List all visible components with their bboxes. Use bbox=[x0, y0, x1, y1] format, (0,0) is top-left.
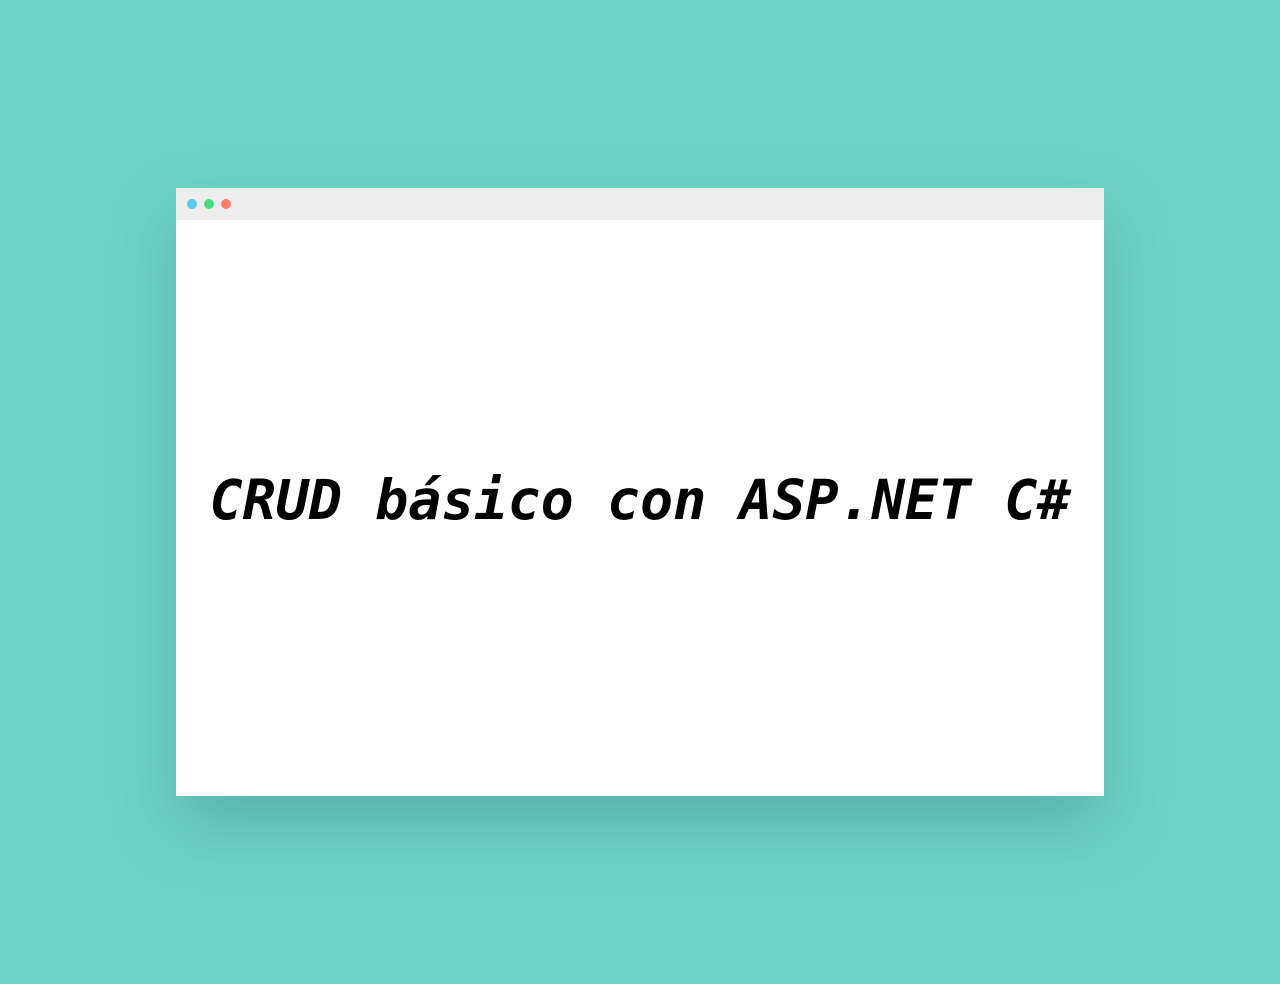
window-dot-blue-icon bbox=[187, 199, 197, 209]
window-title-bar bbox=[176, 188, 1104, 220]
page-title: CRUD básico con ASP.NET C# bbox=[209, 468, 1071, 532]
window-dot-green-icon bbox=[204, 199, 214, 209]
window-dot-red-icon bbox=[221, 199, 231, 209]
browser-window: CRUD básico con ASP.NET C# bbox=[176, 188, 1104, 796]
window-content: CRUD básico con ASP.NET C# bbox=[176, 220, 1104, 796]
page-background: CRUD básico con ASP.NET C# bbox=[0, 0, 1280, 984]
